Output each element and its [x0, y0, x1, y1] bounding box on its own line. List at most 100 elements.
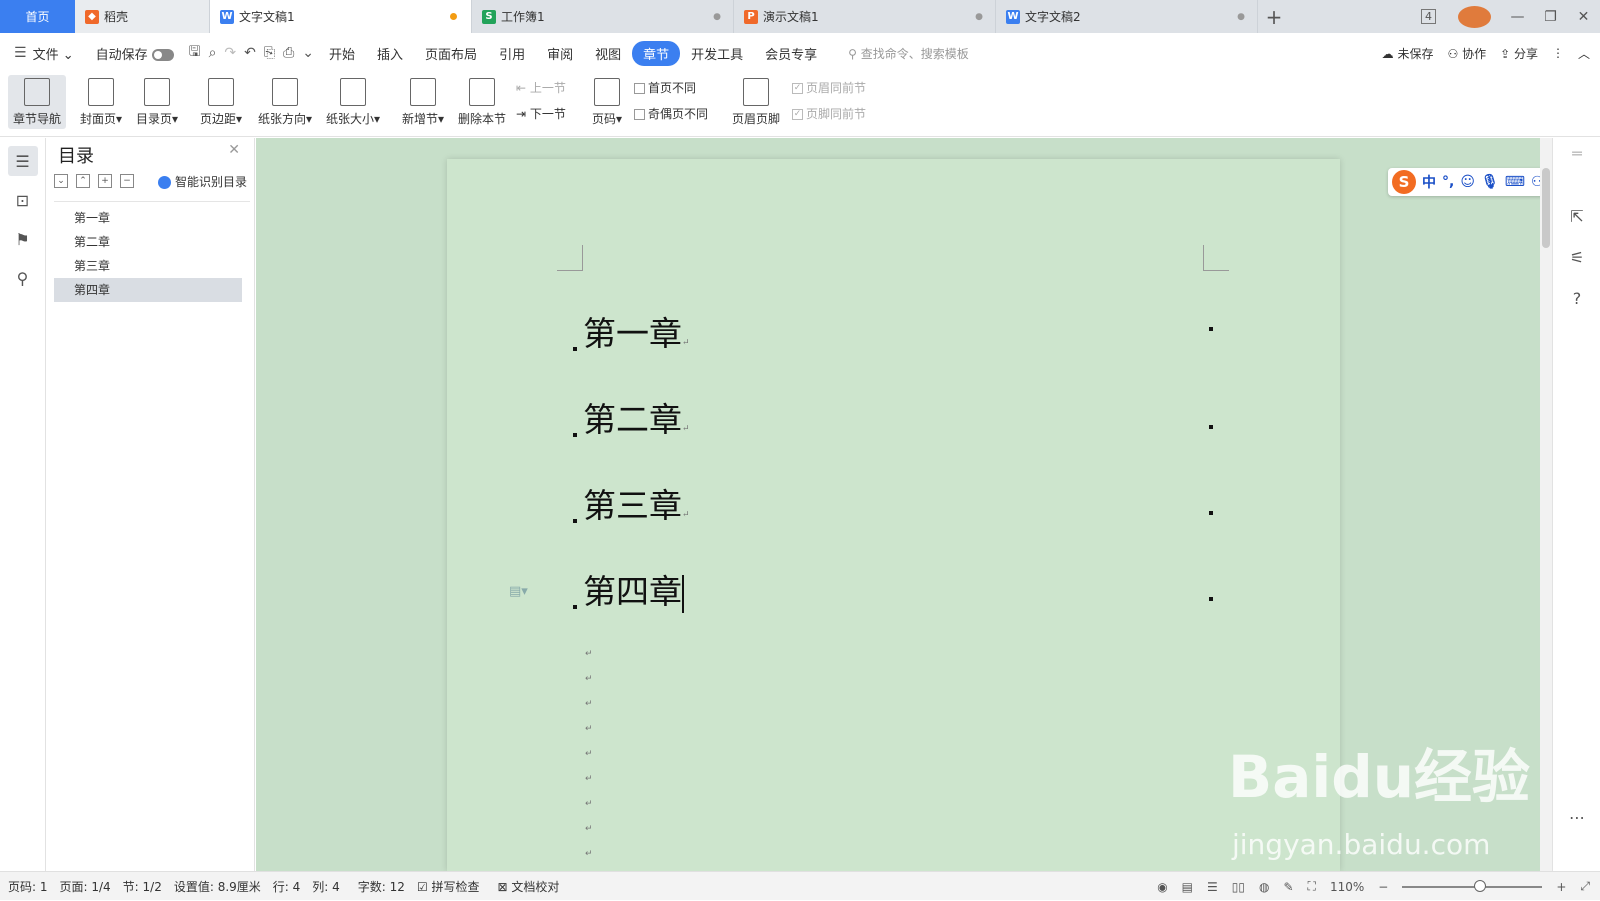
status-pages[interactable]: 页面: 1/4 — [60, 878, 111, 895]
paragraph-layout-icon[interactable]: ▤▾ — [509, 584, 528, 599]
tab-workbook-1[interactable]: S 工作簿1 ● — [472, 0, 734, 33]
file-menu[interactable]: 文件 ⌄ — [31, 44, 85, 63]
add-section-button[interactable]: 新增节▾ — [398, 75, 448, 127]
format-painter-icon[interactable]: ⎘ — [264, 45, 275, 61]
proofread-button[interactable]: ⊠ 文档校对 — [498, 878, 560, 895]
cover-page-button[interactable]: 封面页▾ — [78, 75, 124, 127]
footer-same-checkbox[interactable]: ✓ 页脚同前节 — [792, 105, 866, 122]
eye-protection-icon[interactable]: ◉ — [1157, 880, 1167, 894]
select-pointer-icon[interactable]: ⇱ — [1553, 207, 1600, 226]
close-dot-icon[interactable]: ● — [713, 12, 721, 22]
tab-home[interactable]: 首页 — [0, 0, 75, 33]
command-search[interactable]: ⚲ 查找命令、搜索模板 — [848, 45, 969, 62]
menu-developer[interactable]: 开发工具 — [680, 44, 754, 63]
status-col[interactable]: 列: 4 — [312, 878, 340, 895]
tab-presentation-1[interactable]: P 演示文稿1 ● — [734, 0, 996, 33]
header-same-checkbox[interactable]: ✓ 页眉同前节 — [792, 79, 866, 96]
section-panel-icon[interactable]: ⊡ — [8, 185, 38, 215]
restore-icon[interactable]: ❐ — [1534, 9, 1567, 25]
zoom-slider-knob[interactable] — [1474, 879, 1487, 892]
unsaved-button[interactable]: ☁ 未保存 — [1382, 45, 1434, 62]
settings-sliders-icon[interactable]: ⚟ — [1553, 248, 1600, 267]
menu-view[interactable]: 视图 — [584, 44, 632, 63]
collab-button[interactable]: ⚇ 协作 — [1448, 45, 1487, 62]
close-icon[interactable]: ✕ — [228, 142, 240, 158]
more-icon[interactable]: ⋯ — [1553, 808, 1600, 827]
status-setting[interactable]: 设置值: 8.9厘米 — [174, 878, 261, 895]
toc-item[interactable]: 第二章 — [54, 230, 242, 254]
tab-docer[interactable]: ◆ 稻壳 — [75, 0, 210, 33]
section-nav-button[interactable]: 章节导航 — [8, 75, 66, 129]
toc-item-selected[interactable]: 第四章 — [54, 278, 242, 302]
collapse-icon[interactable]: ⌃ — [76, 174, 90, 188]
close-dot-icon[interactable]: ● — [1237, 12, 1245, 22]
menu-page-layout[interactable]: 页面布局 — [414, 44, 488, 63]
tab-document-2[interactable]: W 文字文稿2 ● — [996, 0, 1258, 33]
chapter-heading[interactable]: 第三章↵ — [573, 479, 690, 527]
menu-start[interactable]: 开始 — [318, 44, 366, 63]
find-icon[interactable]: ⚲ — [8, 263, 38, 293]
close-dot-icon[interactable]: ● — [975, 12, 983, 22]
zoom-in-icon[interactable]: + — [1556, 880, 1566, 894]
menu-references[interactable]: 引用 — [488, 44, 536, 63]
help-icon[interactable]: ? — [1553, 289, 1600, 308]
chapter-heading[interactable]: 第二章↵ — [573, 393, 690, 441]
toc-item[interactable]: 第三章 — [54, 254, 242, 278]
keyboard-icon[interactable]: ⌨ — [1505, 174, 1525, 190]
orientation-button[interactable]: 纸张方向▾ — [255, 75, 315, 127]
page-view-icon[interactable]: ▤ — [1182, 880, 1193, 894]
spell-check-button[interactable]: ☑ 拼写检查 — [417, 878, 480, 895]
paper-size-button[interactable]: 纸张大小▾ — [322, 75, 384, 127]
save-icon[interactable]: 🖫 — [189, 41, 201, 65]
status-section[interactable]: 节: 1/2 — [123, 878, 162, 895]
minimize-icon[interactable]: — — [1501, 9, 1534, 25]
vertical-scrollbar[interactable] — [1540, 138, 1552, 871]
page-number-button[interactable]: 页码▾ — [586, 75, 628, 127]
toc-item[interactable]: 第一章 — [54, 206, 242, 230]
web-view-icon[interactable]: ◍ — [1259, 880, 1269, 894]
emoji-icon[interactable]: ☺ — [1460, 174, 1475, 190]
document-page[interactable]: 第一章↵ 第二章↵ 第三章↵ ▤▾ 第四章 ↵ ↵ ↵ ↵ ↵ ↵ ↵ ↵ ↵ — [447, 159, 1340, 871]
toggle-switch[interactable] — [151, 49, 174, 61]
print-icon[interactable]: ⎙ — [283, 45, 294, 61]
close-icon[interactable]: ✕ — [1567, 9, 1600, 25]
chapter-heading[interactable]: 第一章↵ — [573, 307, 690, 355]
menu-section[interactable]: 章节 — [632, 40, 681, 66]
menu-insert[interactable]: 插入 — [366, 44, 414, 63]
status-row[interactable]: 行: 4 — [273, 878, 301, 895]
margins-button[interactable]: 页边距▾ — [198, 75, 244, 127]
fit-page-icon[interactable]: ⛶ — [1308, 879, 1316, 894]
fullscreen-icon[interactable]: ⤢ — [1580, 879, 1590, 894]
scroll-thumb[interactable] — [1542, 168, 1550, 248]
status-page[interactable]: 页码: 1 — [8, 878, 48, 895]
outline-view-icon[interactable]: ☰ — [1207, 880, 1218, 894]
header-footer-button[interactable]: 页眉页脚 — [728, 75, 784, 127]
collapse-ribbon-icon[interactable]: ︿ — [1578, 45, 1590, 62]
add-icon[interactable]: + — [98, 174, 112, 188]
undo-icon[interactable]: ↶ — [244, 45, 256, 61]
preview-icon[interactable]: ⌕ — [209, 45, 217, 61]
redo-icon[interactable]: ↷ — [224, 45, 236, 61]
expand-icon[interactable]: ⌄ — [54, 174, 68, 188]
smart-toc-button[interactable]: 智能识别目录 — [158, 173, 247, 190]
zoom-level[interactable]: 110% — [1330, 880, 1364, 894]
prev-section-button[interactable]: ⇤ 上一节 — [516, 79, 566, 96]
menu-review[interactable]: 审阅 — [536, 44, 584, 63]
avatar[interactable] — [1458, 5, 1491, 28]
delete-section-button[interactable]: 删除本节 — [456, 75, 508, 127]
ime-mode[interactable]: 中 — [1422, 172, 1436, 192]
new-tab-button[interactable]: + — [1258, 0, 1290, 33]
toc-page-button[interactable]: 目录页▾ — [134, 75, 180, 127]
more-options-icon[interactable]: ⋮ — [1552, 46, 1564, 60]
next-section-button[interactable]: ⇥ 下一节 — [516, 105, 566, 122]
zoom-out-icon[interactable]: − — [1378, 880, 1388, 894]
toc-panel-icon[interactable]: ☰ — [7, 146, 38, 176]
status-words[interactable]: 字数: 12 — [358, 878, 405, 895]
odd-even-diff-checkbox[interactable]: 奇偶页不同 — [634, 105, 708, 122]
punctuation-icon[interactable]: °, — [1442, 174, 1454, 190]
remove-icon[interactable]: − — [120, 174, 134, 188]
tab-document-1[interactable]: W 文字文稿1 — [210, 0, 472, 33]
first-page-diff-checkbox[interactable]: 首页不同 — [634, 79, 696, 96]
menu-member[interactable]: 会员专享 — [754, 44, 828, 63]
more-dropdown-icon[interactable]: ⌄ — [302, 45, 314, 61]
